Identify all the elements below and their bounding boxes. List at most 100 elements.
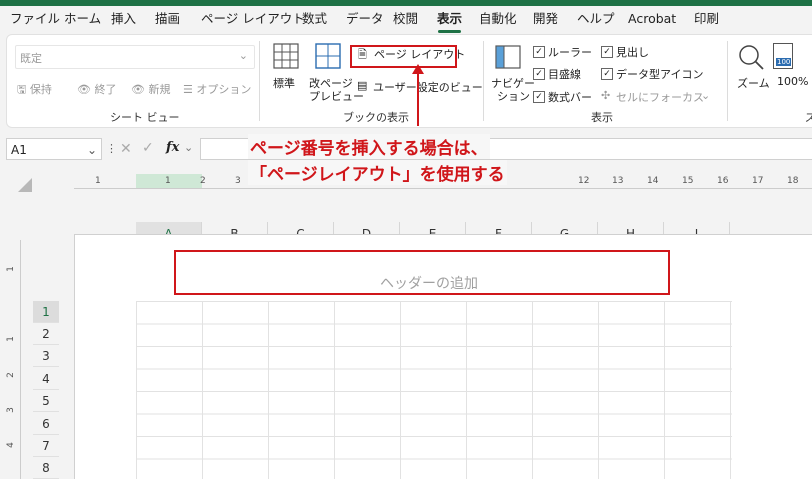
insert-function-button[interactable]: fx	[166, 140, 179, 155]
zoom-button[interactable]: ズーム	[737, 75, 770, 91]
vruler-number: 4	[5, 442, 16, 448]
zoom-100-icon-label: 100	[776, 58, 792, 66]
normal-view-button[interactable]: 標準	[273, 75, 295, 91]
sheet-view-keep-button[interactable]: 🖫 保持	[17, 81, 52, 100]
row-header-2[interactable]: 2	[33, 323, 59, 345]
sheet-view-options-button[interactable]: ☰ オプション	[183, 81, 251, 97]
tab-draw[interactable]: 描画	[155, 6, 180, 34]
page-break-preview-icon	[315, 43, 341, 69]
tab-help[interactable]: ヘルプ	[577, 6, 615, 34]
ruler-number: 12	[578, 176, 590, 186]
name-box-value: A1	[11, 143, 27, 157]
cell-grid[interactable]	[136, 301, 732, 479]
sheet-view-keep-label: 保持	[29, 83, 52, 96]
sheet-view-options-label: オプション	[196, 83, 252, 96]
data-type-icons-label: データ型アイコン	[616, 68, 704, 81]
tab-home[interactable]: ホーム	[64, 6, 101, 34]
ruler-number: 14	[647, 176, 659, 186]
focus-cell-button[interactable]: セルにフォーカス	[616, 89, 704, 105]
tab-formulas[interactable]: 数式	[302, 6, 327, 34]
sheet-view-exit-label: 終了	[94, 83, 117, 96]
vruler-number: 1	[5, 336, 16, 342]
row-header-1[interactable]: 1	[33, 301, 59, 323]
page-layout-highlight	[350, 45, 457, 68]
tab-page-layout[interactable]: ページ レイアウト	[201, 6, 305, 34]
row-header-5[interactable]: 5	[33, 390, 59, 412]
page-break-preview-line2[interactable]: プレビュー	[309, 88, 364, 104]
vruler-number: 3	[5, 407, 16, 413]
gridlines-label: 目盛線	[548, 68, 581, 81]
vruler-number: 2	[5, 372, 16, 378]
eye-icon: 👁	[77, 83, 91, 96]
row-header-8[interactable]: 8	[33, 457, 59, 479]
sheet-view-new-button[interactable]: 👁 新規	[131, 81, 170, 97]
focus-cell-icon: ✣	[601, 89, 611, 102]
ruler-number: 18	[787, 176, 799, 186]
tab-developer[interactable]: 開発	[533, 6, 558, 34]
tab-data[interactable]: データ	[346, 6, 384, 34]
ruler-number: 17	[752, 176, 764, 186]
zoom-100-icon: 100	[773, 43, 793, 69]
callout-arrow	[412, 64, 424, 126]
header-highlight	[174, 250, 670, 295]
callout-text-line2: 「ページレイアウト」を使用する	[248, 160, 507, 185]
normal-view-icon	[273, 43, 299, 69]
name-box[interactable]: A1 ⌄	[6, 138, 102, 160]
group-divider	[483, 41, 484, 121]
sheet-view-new-label: 新規	[148, 83, 171, 96]
row-header-6[interactable]: 6	[33, 413, 59, 435]
show-group-label: 表示	[591, 111, 613, 124]
formula-bar-label: 数式バー	[548, 91, 592, 104]
ruler-label: ルーラー	[548, 46, 592, 59]
zoom-group-label: ズ	[805, 111, 812, 124]
custom-views-icon: ▤	[357, 79, 368, 92]
tab-view[interactable]: 表示	[437, 6, 462, 34]
chevron-down-icon: ⌄	[86, 143, 97, 157]
callout-text-line1: ページ番号を挿入する場合は、	[248, 134, 490, 159]
list-icon: ☰	[183, 83, 193, 96]
enter-icon[interactable]: ✓	[142, 140, 154, 156]
headings-label: 見出し	[616, 46, 649, 59]
eye-plus-icon: 👁	[131, 83, 145, 96]
workbook-views-group-label: ブックの表示	[343, 111, 409, 124]
sheet-view-dropdown-value: 既定	[20, 52, 42, 65]
tab-insert[interactable]: 挿入	[111, 6, 136, 34]
ruler-number: 1	[165, 176, 171, 186]
tab-review[interactable]: 校閲	[393, 6, 418, 34]
chevron-down-icon: ⌄	[184, 141, 194, 154]
row-header-4[interactable]: 4	[33, 368, 59, 390]
ruler-number: 3	[235, 176, 241, 186]
save-icon: 🖫	[17, 83, 27, 96]
tab-acrobat[interactable]: Acrobat	[628, 6, 676, 34]
sheet-view-exit-button[interactable]: 👁 終了	[77, 81, 116, 97]
sheet-view-dropdown[interactable]: 既定 ⌄	[15, 45, 255, 69]
ribbon-tabs: ファイル ホーム 挿入 描画 ページ レイアウト 数式 データ 校閲 表示 自動…	[0, 6, 812, 34]
row-header-3[interactable]: 3	[33, 345, 59, 367]
ruler-number: 16	[717, 176, 729, 186]
tab-file[interactable]: ファイル	[10, 6, 60, 34]
vruler-number: 1	[5, 266, 16, 272]
headings-checkbox[interactable]: ✓	[601, 46, 613, 58]
more-options-icon: ⋮	[106, 142, 117, 155]
group-divider	[259, 41, 260, 121]
custom-views-label: ユーザー設定のビュー	[373, 81, 483, 94]
tab-print[interactable]: 印刷	[694, 6, 719, 34]
ruler-number: 13	[612, 176, 624, 186]
formula-bar-checkbox[interactable]: ✓	[533, 91, 545, 103]
chevron-down-icon: ⌄	[238, 49, 248, 62]
zoom-magnifier-icon	[739, 45, 764, 70]
data-type-icons-checkbox[interactable]: ✓	[601, 68, 613, 80]
ruler-number: 1	[95, 176, 101, 186]
ruler-number: 2	[200, 176, 206, 186]
navigation-button-line2[interactable]: ション	[497, 88, 530, 104]
tab-automate[interactable]: 自動化	[479, 6, 517, 34]
ruler-number: 15	[682, 176, 694, 186]
zoom-100-button[interactable]: 100%	[777, 75, 808, 88]
navigation-pane-icon	[495, 45, 521, 69]
gridlines-checkbox[interactable]: ✓	[533, 68, 545, 80]
ruler-checkbox[interactable]: ✓	[533, 46, 545, 58]
select-all-icon[interactable]	[16, 176, 34, 194]
cancel-icon[interactable]: ✕	[120, 141, 132, 157]
group-divider	[727, 41, 728, 121]
row-header-7[interactable]: 7	[33, 435, 59, 457]
